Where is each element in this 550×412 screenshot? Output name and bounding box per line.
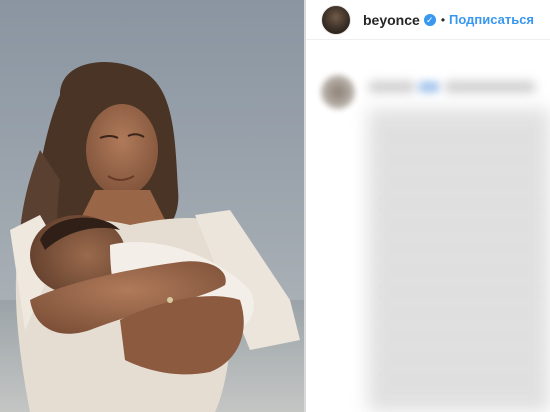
blurred-username <box>368 81 416 93</box>
blurred-avatar <box>321 75 355 109</box>
follow-button[interactable]: Подписаться <box>449 12 534 27</box>
instagram-post: beyonce ✓ • Подписаться <box>0 0 550 412</box>
blurred-mention <box>418 81 440 93</box>
post-side-panel: beyonce ✓ • Подписаться <box>306 0 550 412</box>
blurred-caption-text <box>368 111 550 411</box>
profile-avatar[interactable] <box>321 4 351 35</box>
header-separator: • <box>440 12 446 27</box>
post-photo[interactable] <box>0 0 304 412</box>
post-header: beyonce ✓ • Подписаться <box>306 0 550 40</box>
username-link[interactable]: beyonce <box>363 12 420 28</box>
verified-badge-icon: ✓ <box>423 13 436 26</box>
blurred-caption-line <box>444 81 536 93</box>
photo-mother-and-baby <box>0 0 304 412</box>
blurred-caption-area <box>306 41 550 412</box>
